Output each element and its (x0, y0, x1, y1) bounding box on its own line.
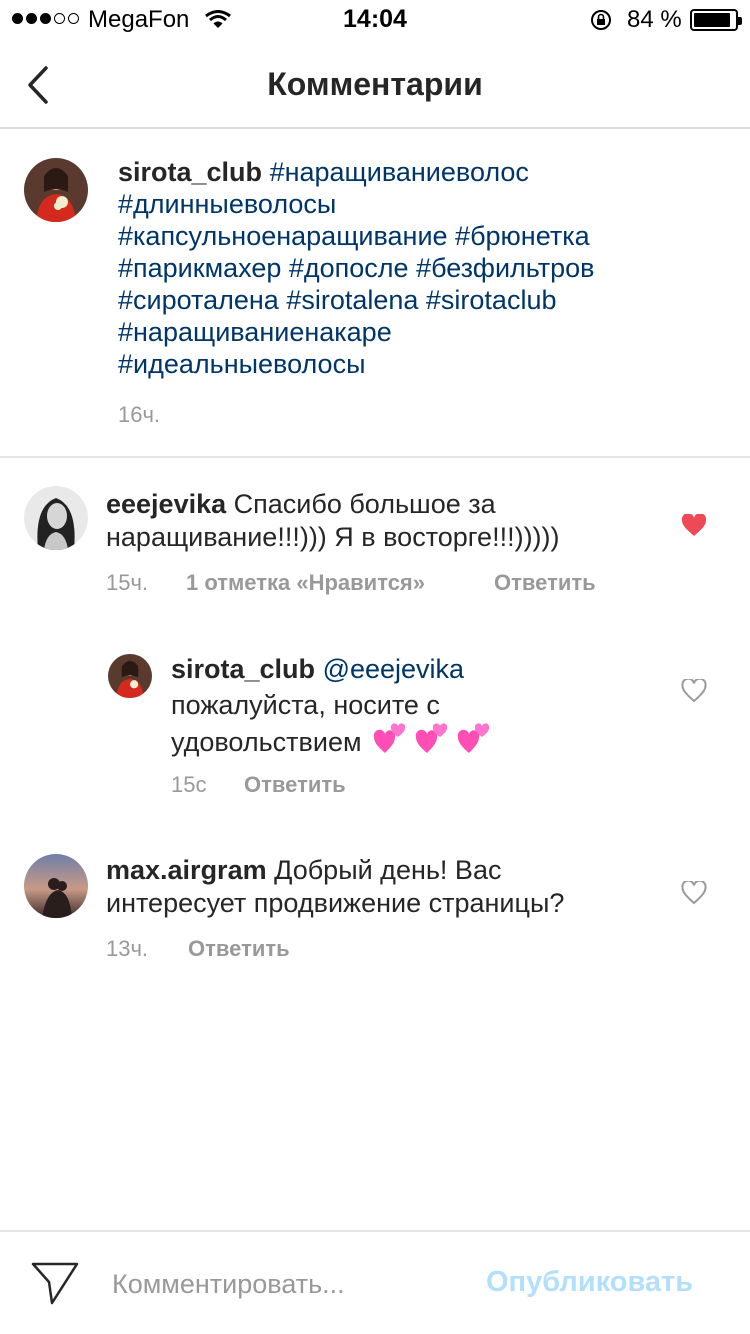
direct-send-icon[interactable] (30, 1260, 80, 1306)
comment-meta: 13ч. Ответить (106, 936, 290, 962)
comment-eeejevika: eeejevika Спасибо большое за наращивание… (0, 470, 750, 610)
battery-percent: 84 % (627, 6, 682, 33)
status-bar: MegaFon 14:04 84 % (0, 0, 750, 40)
comments-screen: MegaFon 14:04 84 % Комментарии sirota_cl… (0, 0, 750, 1334)
hashtag-line[interactable]: #идеальныеволосы (118, 348, 718, 380)
hashtag-line[interactable]: #наращиваниеволос (270, 157, 529, 187)
mention-link[interactable]: @eeejevika (323, 654, 465, 684)
reply-button[interactable]: Ответить (494, 570, 596, 596)
comment-body: интересует продвижение страницы? (106, 888, 565, 918)
comment-text: sirota_club @eeejevika пожалуйста, носит… (171, 651, 651, 760)
likes-count-link[interactable]: 1 отметка «Нравится» (186, 570, 494, 596)
comment-body: наращивание!!!))) Я в восторге!!!))))) (106, 522, 560, 552)
hashtag-line[interactable]: #длинныеволосы (118, 188, 718, 220)
comment-input[interactable] (112, 1262, 462, 1306)
comment-body: удовольствием (171, 727, 362, 757)
comment-time: 15ч. (106, 570, 149, 595)
reply-button[interactable]: Ответить (188, 936, 290, 962)
publish-button[interactable]: Опубликовать (486, 1266, 693, 1299)
comment-meta: 15с Ответить (171, 772, 346, 798)
comment-max-airgram: max.airgram Добрый день! Вас интересует … (0, 840, 750, 980)
avatar[interactable] (108, 654, 152, 698)
avatar[interactable] (24, 486, 88, 550)
revolving-hearts-icon (369, 723, 495, 757)
heart-outline-icon[interactable] (681, 881, 707, 905)
comment-text: eeejevika Спасибо большое за наращивание… (106, 488, 666, 554)
comment-meta: 15ч. 1 отметка «Нравится» Ответить (106, 570, 596, 596)
nav-bar: Комментарии (0, 40, 750, 129)
heart-filled-icon[interactable] (681, 514, 707, 538)
hashtag-line[interactable]: #парикмахер #допосле #безфильтров (118, 252, 718, 284)
avatar[interactable] (24, 158, 88, 222)
comment-composer: Опубликовать (0, 1230, 750, 1334)
reply-button[interactable]: Ответить (244, 772, 346, 798)
comment-reply-sirota-club: sirota_club @eeejevika пожалуйста, носит… (0, 640, 750, 810)
comment-username[interactable]: max.airgram (106, 855, 267, 885)
comment-body: Спасибо большое за (233, 489, 496, 519)
page-title: Комментарии (267, 66, 483, 102)
comment-text: max.airgram Добрый день! Вас интересует … (106, 854, 666, 920)
comment-body: пожалуйста, носите с (171, 690, 440, 720)
battery-icon (690, 9, 742, 31)
hashtag-line[interactable]: #капсульноенаращивание #брюнетка (118, 220, 718, 252)
comment-time: 15с (171, 772, 207, 797)
avatar[interactable] (24, 854, 88, 918)
comment-username[interactable]: sirota_club (171, 654, 315, 684)
caption-username[interactable]: sirota_club (118, 157, 262, 187)
rotation-lock-icon (591, 10, 611, 30)
comment-time: 13ч. (106, 936, 149, 961)
caption-time: 16ч. (118, 402, 161, 427)
post-caption: sirota_club #наращиваниеволос #длинныево… (0, 130, 750, 458)
hashtag-line[interactable]: #наращиваниенакаре (118, 316, 718, 348)
hashtag-line[interactable]: #сироталена #sirotalena #sirotaclub (118, 284, 718, 316)
comment-username[interactable]: eeejevika (106, 489, 226, 519)
comment-body: Добрый день! Вас (274, 855, 502, 885)
caption-text: sirota_club #наращиваниеволос #длинныево… (118, 156, 718, 380)
heart-outline-icon[interactable] (681, 679, 707, 703)
